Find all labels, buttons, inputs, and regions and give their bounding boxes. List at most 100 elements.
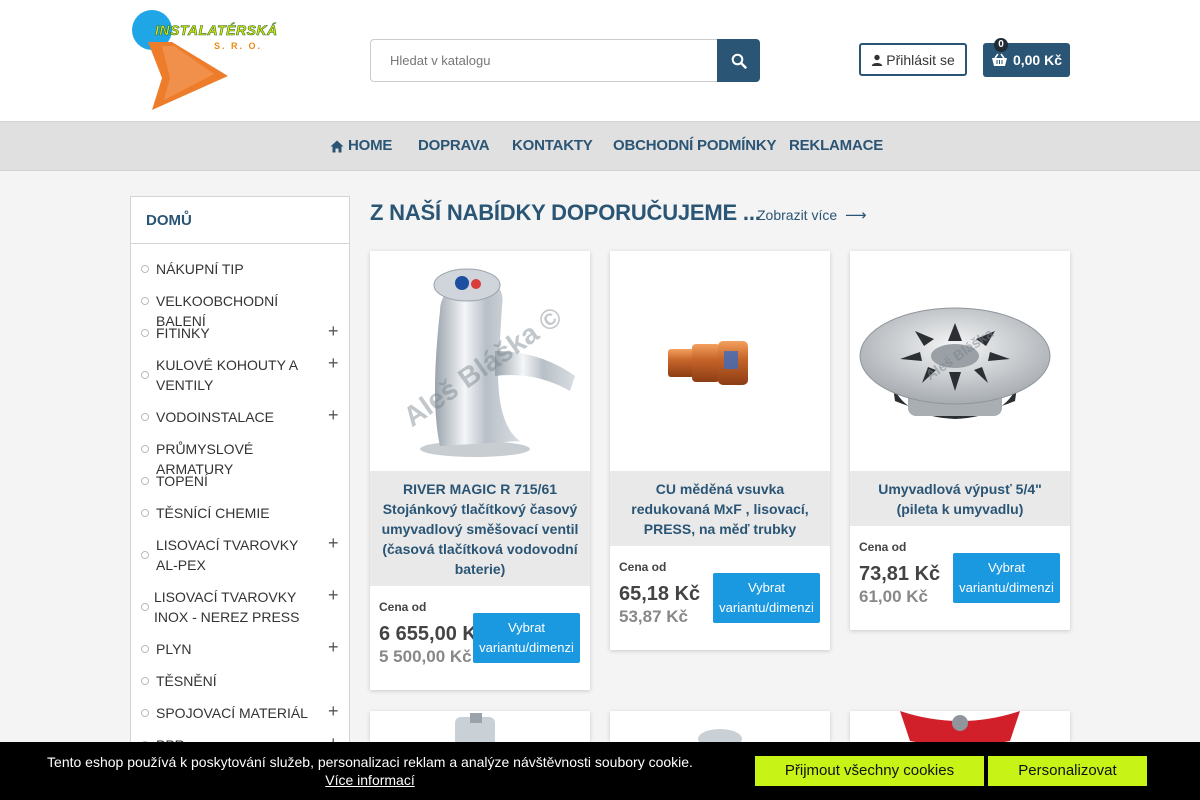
- site-header: INSTALATÉRSKÁ S. R. O. Přihlásit se 0,00…: [0, 0, 1200, 121]
- sidebar-item-label: VODOINSTALACE: [156, 409, 274, 425]
- search-button[interactable]: [717, 39, 760, 82]
- main-navigation: HOME DOPRAVA KONTAKTY OBCHODNÍ PODMÍNKY …: [0, 121, 1200, 171]
- sidebar-item-label: NÁKUPNÍ TIP: [156, 261, 244, 277]
- show-more-label: Zobrazit více: [757, 207, 838, 223]
- sidebar-item-nakupni-tip[interactable]: NÁKUPNÍ TIP: [131, 259, 349, 287]
- sidebar-item-label: FITINKY: [156, 325, 210, 341]
- sidebar-item-plyn[interactable]: PLYN +: [131, 638, 349, 667]
- product-title[interactable]: CU měděná vsuvka redukovaná MxF , lisova…: [610, 471, 830, 546]
- search-input[interactable]: [370, 39, 718, 82]
- show-more-link[interactable]: Zobrazit více ⟶: [757, 206, 867, 224]
- nav-item-obchodni-podminky[interactable]: OBCHODNÍ PODMÍNKY: [613, 122, 776, 170]
- product-card[interactable]: CU měděná vsuvka redukovaná MxF , lisova…: [610, 251, 830, 650]
- sidebar-item-kulove-kohouty[interactable]: KULOVÉ KOHOUTY A VENTILY +: [131, 354, 349, 403]
- sidebar-item-lisovaci-alpex[interactable]: LISOVACÍ TVAROVKY AL-PEX +: [131, 534, 349, 583]
- price-without-vat: 53,87 Kč: [619, 607, 688, 626]
- sidebar-item-spojovaci-material[interactable]: SPOJOVACÍ MATERIÁL +: [131, 702, 349, 731]
- price: 73,81 Kč: [859, 563, 941, 585]
- sidebar-item-topeni[interactable]: TOPENÍ: [131, 471, 349, 499]
- price-label: Cena od: [859, 540, 907, 554]
- price-label: Cena od: [619, 560, 667, 574]
- sidebar-item-velkoobchodni-baleni[interactable]: VELKOOBCHODNÍ BALENÍ: [131, 291, 349, 329]
- search-bar: [370, 39, 760, 82]
- bullet-icon: [141, 709, 149, 717]
- login-button[interactable]: Přihlásit se: [859, 43, 967, 76]
- sidebar-item-tesneni[interactable]: TĚSNĚNÍ: [131, 671, 349, 699]
- price: 6 655,00 Kč: [379, 623, 488, 645]
- sink-drain-image[interactable]: Aleš Bláška: [850, 251, 1070, 471]
- login-label: Přihlásit se: [886, 51, 955, 68]
- sidebar-item-label: TOPENÍ: [156, 473, 208, 489]
- bullet-icon: [141, 677, 149, 685]
- price-label: Cena od: [379, 600, 427, 614]
- product-title[interactable]: Umyvadlová výpusť 5/4" (pileta k umyvadl…: [850, 471, 1070, 526]
- nav-item-doprava[interactable]: DOPRAVA: [418, 122, 490, 170]
- nav-label: OBCHODNÍ PODMÍNKY: [613, 137, 777, 154]
- choose-variant-button[interactable]: Vybrat variantu/dimenzi: [953, 553, 1060, 603]
- expand-icon[interactable]: +: [328, 354, 339, 372]
- expand-icon[interactable]: +: [328, 638, 339, 656]
- nav-item-kontakty[interactable]: KONTAKTY: [512, 122, 593, 170]
- sidebar-item-tesnici-chemie[interactable]: TĚSNÍCÍ CHEMIE: [131, 503, 349, 531]
- sidebar-title[interactable]: DOMŮ: [131, 197, 349, 244]
- bullet-icon: [141, 265, 149, 273]
- search-icon: [731, 53, 747, 69]
- bullet-icon: [141, 413, 149, 421]
- nav-item-home[interactable]: HOME: [330, 122, 392, 170]
- sidebar-item-label: LISOVACÍ TVAROVKY INOX - NEREZ PRESS: [154, 589, 300, 625]
- cart-total: 0,00 Kč: [1012, 52, 1063, 68]
- sidebar-item-lisovaci-inox[interactable]: LISOVACÍ TVAROVKY INOX - NEREZ PRESS +: [131, 586, 349, 635]
- product-card[interactable]: Aleš Bláška © RIVER MAGIC R 715/61 Stojá…: [370, 251, 590, 690]
- bullet-icon: [141, 551, 149, 559]
- bullet-icon: [141, 371, 149, 379]
- nav-item-reklamace[interactable]: REKLAMACE: [789, 122, 883, 170]
- personalize-cookies-button[interactable]: Personalizovat: [988, 756, 1147, 786]
- price-without-vat: 5 500,00 Kč: [379, 647, 472, 666]
- sidebar-item-prumyslove-armatury[interactable]: PRŮMYSLOVÉ ARMATURY: [131, 439, 349, 477]
- choose-variant-button[interactable]: Vybrat variantu/dimenzi: [713, 573, 820, 623]
- bullet-icon: [141, 297, 149, 305]
- nav-label: REKLAMACE: [789, 137, 884, 154]
- expand-icon[interactable]: +: [328, 586, 339, 604]
- accept-cookies-button[interactable]: Přijmout všechny cookies: [755, 756, 984, 786]
- sidebar-item-label: PLYN: [156, 641, 192, 657]
- price: 65,18 Kč: [619, 583, 701, 605]
- logo-subtitle: S. R. O.: [214, 41, 263, 51]
- home-icon: [330, 140, 344, 152]
- company-logo[interactable]: INSTALATÉRSKÁ S. R. O.: [130, 8, 277, 112]
- product-card[interactable]: Aleš Bláška Umyvadlová výpusť 5/4" (pile…: [850, 251, 1070, 630]
- section-title: Z NAŠÍ NABÍDKY DOPORUČUJEME ...: [370, 200, 761, 225]
- nav-label: KONTAKTY: [512, 137, 593, 154]
- nav-label: DOPRAVA: [418, 137, 490, 154]
- sidebar-item-label: TĚSNÍCÍ CHEMIE: [156, 505, 270, 521]
- sidebar-item-vodoinstalace[interactable]: VODOINSTALACE +: [131, 406, 349, 435]
- cart-count-badge: 0: [994, 38, 1008, 52]
- choose-variant-button[interactable]: Vybrat variantu/dimenzi: [473, 613, 580, 663]
- sidebar-item-label: LISOVACÍ TVAROVKY AL-PEX: [156, 537, 299, 573]
- cookie-message: Tento eshop používá k poskytování služeb…: [0, 753, 740, 789]
- expand-icon[interactable]: +: [328, 406, 339, 424]
- nav-label: HOME: [348, 137, 393, 154]
- faucet-image[interactable]: Aleš Bláška ©: [370, 251, 590, 471]
- bullet-icon: [141, 445, 149, 453]
- expand-icon[interactable]: +: [328, 702, 339, 720]
- user-icon: [872, 54, 883, 66]
- bullet-icon: [141, 509, 149, 517]
- cookie-bar: Tento eshop používá k poskytování služeb…: [0, 742, 1200, 800]
- sidebar-item-fitinky[interactable]: FITINKY +: [131, 322, 349, 351]
- cookie-more-info-link[interactable]: Více informací: [325, 772, 414, 788]
- cookie-text: Tento eshop používá k poskytování služeb…: [47, 754, 693, 770]
- bullet-icon: [141, 645, 149, 653]
- copper-fitting-illustration: [668, 341, 748, 385]
- copper-fitting-image[interactable]: [610, 251, 830, 471]
- expand-icon[interactable]: +: [328, 322, 339, 340]
- sidebar-item-label: SPOJOVACÍ MATERIÁL: [156, 705, 308, 721]
- product-title[interactable]: RIVER MAGIC R 715/61 Stojánkový tlačítko…: [370, 471, 590, 586]
- bullet-icon: [141, 477, 149, 485]
- bullet-icon: [141, 603, 149, 611]
- sidebar-item-label: TĚSNĚNÍ: [156, 673, 217, 689]
- price-without-vat: 61,00 Kč: [859, 587, 928, 606]
- expand-icon[interactable]: +: [328, 534, 339, 552]
- category-sidebar: DOMŮ NÁKUPNÍ TIP VELKOOBCHODNÍ BALENÍ FI…: [130, 196, 350, 800]
- bullet-icon: [141, 329, 149, 337]
